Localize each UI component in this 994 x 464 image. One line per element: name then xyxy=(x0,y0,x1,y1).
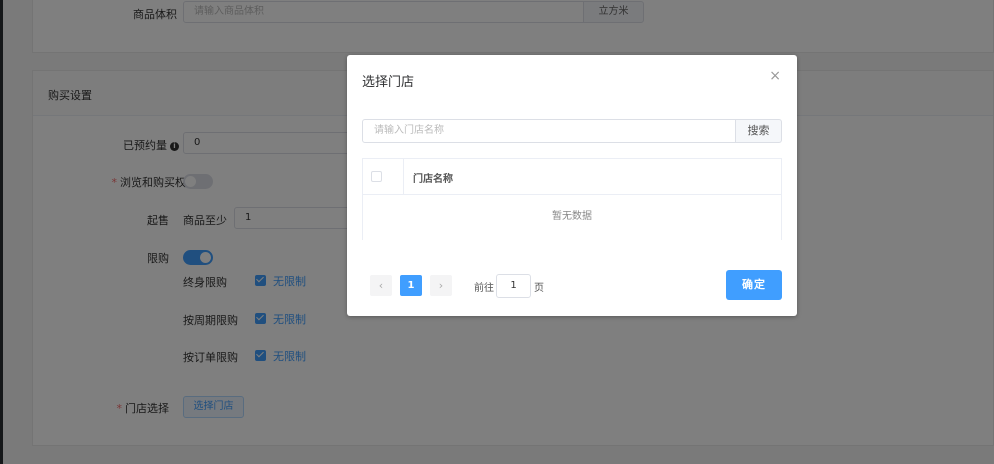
close-icon[interactable]: × xyxy=(769,68,781,84)
confirm-button[interactable]: 确定 xyxy=(726,270,782,300)
table-header: 门店名称 xyxy=(363,159,781,195)
goto-prefix: 前往 xyxy=(474,283,494,294)
select-all-checkbox[interactable] xyxy=(371,171,382,182)
search-button[interactable]: 搜索 xyxy=(735,119,782,143)
goto-page-input[interactable]: 1 xyxy=(496,274,531,298)
store-search-input[interactable]: 请输入门店名称 xyxy=(362,119,736,143)
next-page-button[interactable]: › xyxy=(430,275,452,296)
select-store-dialog: 选择门店 × 请输入门店名称 搜索 门店名称 暂无数据 ‹ 1 › 前往 1 页… xyxy=(347,55,797,316)
column-store-name: 门店名称 xyxy=(413,174,453,185)
store-table: 门店名称 暂无数据 xyxy=(362,158,782,240)
page-number-current[interactable]: 1 xyxy=(400,275,422,296)
select-all-cell xyxy=(363,159,404,195)
dialog-title: 选择门店 xyxy=(362,75,415,90)
empty-text: 暂无数据 xyxy=(552,211,592,222)
goto-suffix: 页 xyxy=(534,283,544,294)
prev-page-button[interactable]: ‹ xyxy=(370,275,392,296)
